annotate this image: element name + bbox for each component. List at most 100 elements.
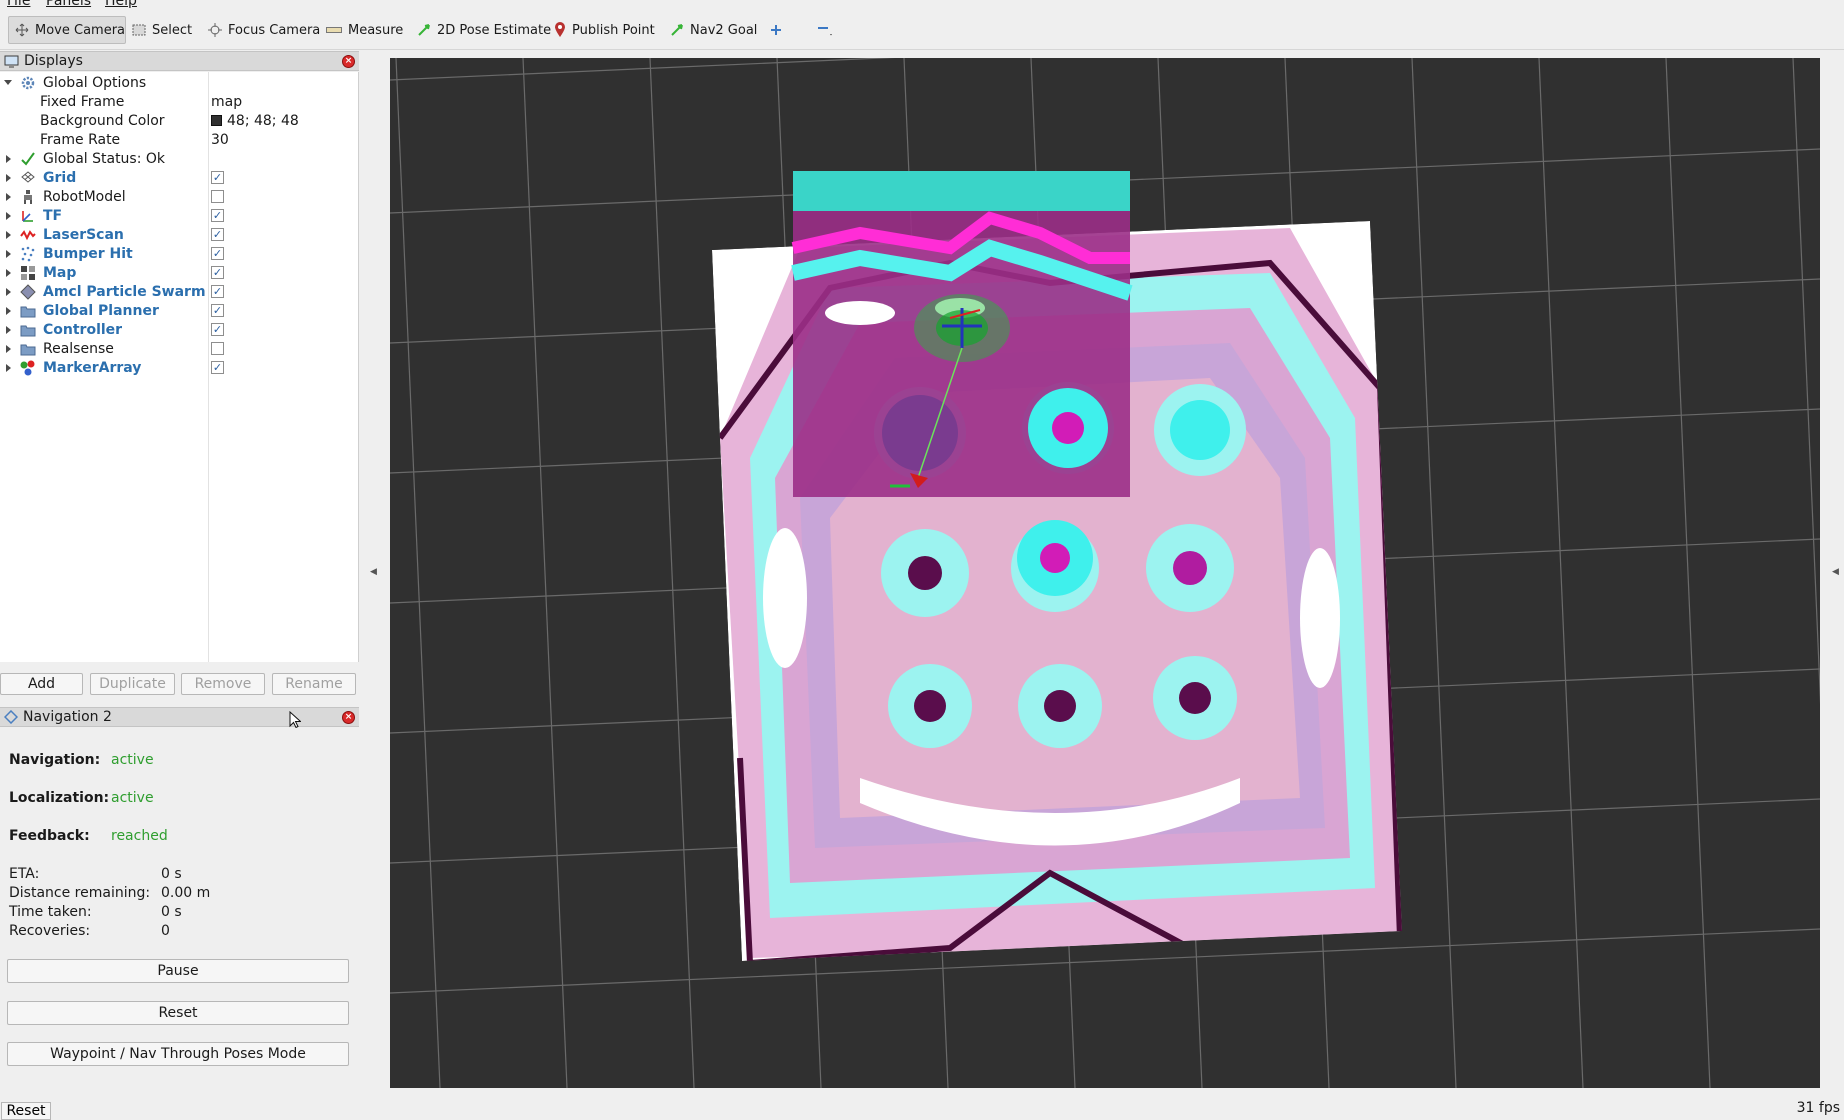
- expand-arrow-icon[interactable]: [6, 325, 11, 334]
- rename-button[interactable]: Rename: [272, 673, 356, 695]
- add-tool-button[interactable]: [763, 16, 789, 44]
- localization-status-label: Localization:: [9, 790, 110, 806]
- expand-arrow-icon[interactable]: [6, 249, 11, 258]
- map-icon: [21, 266, 35, 280]
- toolbar: Move Camera Select Focus Camera Measure …: [0, 10, 1844, 50]
- menu-panels[interactable]: Panels: [46, 0, 91, 9]
- collapse-right-arrow-icon[interactable]: ◀: [1832, 567, 1839, 577]
- feedback-value: reached: [111, 828, 168, 844]
- tree-item-global-options[interactable]: Global Options: [0, 73, 359, 92]
- pose-array-icon: [20, 284, 36, 300]
- bumper-hit-label: Bumper Hit: [43, 245, 133, 262]
- waypoint-mode-button[interactable]: Waypoint / Nav Through Poses Mode: [7, 1042, 349, 1066]
- tree-item-grid[interactable]: Grid ✓: [0, 168, 359, 187]
- pose-estimate-tool[interactable]: 2D Pose Estimate: [411, 16, 557, 44]
- markers-icon: [20, 360, 35, 376]
- publish-point-tool[interactable]: Publish Point: [548, 16, 661, 44]
- robotmodel-checkbox[interactable]: [211, 190, 224, 203]
- nav2-goal-tool[interactable]: Nav2 Goal: [664, 16, 763, 44]
- tree-item-bumper-hit[interactable]: Bumper Hit ✓: [0, 244, 359, 263]
- amcl-particle-swarm-checkbox[interactable]: ✓: [211, 285, 224, 298]
- tf-checkbox[interactable]: ✓: [211, 209, 224, 222]
- menu-help[interactable]: Help: [105, 0, 137, 9]
- realsense-checkbox[interactable]: [211, 342, 224, 355]
- select-tool[interactable]: Select: [126, 16, 198, 44]
- 3d-viewport[interactable]: [390, 58, 1820, 1088]
- navigation-panel-header: Navigation 2 ×: [0, 707, 359, 727]
- markerarray-checkbox[interactable]: ✓: [211, 361, 224, 374]
- expand-arrow-icon[interactable]: [6, 306, 11, 315]
- distance-remaining-value: 0.00 m: [161, 885, 211, 901]
- monitor-icon: [4, 55, 19, 67]
- grid-label: Grid: [43, 169, 77, 186]
- tree-item-amcl-particle-swarm[interactable]: Amcl Particle Swarm ✓: [0, 282, 359, 301]
- menu-bar: File Panels Help: [0, 0, 1844, 10]
- fixed-frame-value[interactable]: map: [211, 94, 242, 110]
- bumper-hit-checkbox[interactable]: ✓: [211, 247, 224, 260]
- frame-rate-value[interactable]: 30: [211, 132, 229, 148]
- tree-item-controller[interactable]: Controller ✓: [0, 320, 359, 339]
- global-planner-checkbox[interactable]: ✓: [211, 304, 224, 317]
- move-camera-tool[interactable]: Move Camera: [8, 16, 126, 44]
- expand-arrow-icon[interactable]: [6, 344, 11, 353]
- expand-arrow-icon[interactable]: [6, 230, 11, 239]
- menu-file[interactable]: File: [7, 0, 30, 9]
- color-swatch: [211, 115, 222, 126]
- tree-item-global-status[interactable]: Global Status: Ok: [0, 149, 359, 168]
- point-cloud-icon: [21, 246, 35, 262]
- green-arrow-icon: [418, 24, 430, 36]
- plus-icon: [771, 25, 781, 35]
- close-icon[interactable]: ×: [342, 711, 355, 724]
- pause-button[interactable]: Pause: [7, 959, 349, 983]
- folder-icon: [20, 306, 36, 318]
- property-background-color[interactable]: Background Color 48; 48; 48: [0, 111, 359, 130]
- reset-view-button[interactable]: Reset: [1, 1102, 51, 1120]
- remove-button[interactable]: Remove: [181, 673, 265, 695]
- tree-item-map[interactable]: Map ✓: [0, 263, 359, 282]
- fixed-frame-label: Fixed Frame: [40, 93, 125, 110]
- pose-estimate-label: 2D Pose Estimate: [437, 22, 552, 38]
- navigation-status-label: Navigation:: [9, 752, 101, 768]
- robotmodel-label: RobotModel: [43, 188, 126, 205]
- close-icon[interactable]: ×: [342, 55, 355, 68]
- displays-title: Displays: [24, 53, 83, 69]
- diamond-icon: [4, 710, 18, 724]
- expand-arrow-icon[interactable]: [6, 173, 11, 182]
- property-fixed-frame[interactable]: Fixed Frame map: [0, 92, 359, 111]
- property-frame-rate[interactable]: Frame Rate 30: [0, 130, 359, 149]
- eta-label: ETA:: [9, 866, 40, 882]
- publish-point-label: Publish Point: [572, 22, 655, 38]
- distance-remaining-label: Distance remaining:: [9, 885, 151, 901]
- remove-tool-button[interactable]: [810, 16, 840, 44]
- expand-arrow-icon[interactable]: [6, 287, 11, 296]
- displays-tree: Global Options Fixed Frame map Backgroun…: [0, 72, 359, 662]
- tree-item-robotmodel[interactable]: RobotModel: [0, 187, 359, 206]
- global-options-label: Global Options: [43, 74, 147, 91]
- add-button[interactable]: Add: [0, 673, 83, 695]
- green-arrow-icon: [671, 24, 683, 36]
- collapse-left-arrow-icon[interactable]: ◀: [370, 567, 377, 577]
- global-status-label: Global Status: Ok: [43, 150, 166, 167]
- grid-checkbox[interactable]: ✓: [211, 171, 224, 184]
- expand-arrow-icon[interactable]: [6, 192, 11, 201]
- tree-item-markerarray[interactable]: MarkerArray ✓: [0, 358, 359, 377]
- tree-item-global-planner[interactable]: Global Planner ✓: [0, 301, 359, 320]
- tree-item-laserscan[interactable]: LaserScan ✓: [0, 225, 359, 244]
- expand-arrow-icon[interactable]: [6, 363, 11, 372]
- navigation-status-value: active: [111, 752, 154, 768]
- tree-item-tf[interactable]: TF ✓: [0, 206, 359, 225]
- background-color-value[interactable]: 48; 48; 48: [211, 113, 299, 129]
- measure-tool[interactable]: Measure: [320, 16, 409, 44]
- axes-icon: [22, 211, 33, 222]
- duplicate-button[interactable]: Duplicate: [90, 673, 175, 695]
- map-checkbox[interactable]: ✓: [211, 266, 224, 279]
- expand-arrow-icon[interactable]: [6, 211, 11, 220]
- expand-arrow-icon[interactable]: [4, 80, 12, 85]
- laserscan-checkbox[interactable]: ✓: [211, 228, 224, 241]
- controller-checkbox[interactable]: ✓: [211, 323, 224, 336]
- expand-arrow-icon[interactable]: [6, 268, 11, 277]
- reset-navigation-button[interactable]: Reset: [7, 1001, 349, 1025]
- tree-item-realsense[interactable]: Realsense: [0, 339, 359, 358]
- focus-camera-tool[interactable]: Focus Camera: [202, 16, 326, 44]
- expand-arrow-icon[interactable]: [6, 154, 11, 163]
